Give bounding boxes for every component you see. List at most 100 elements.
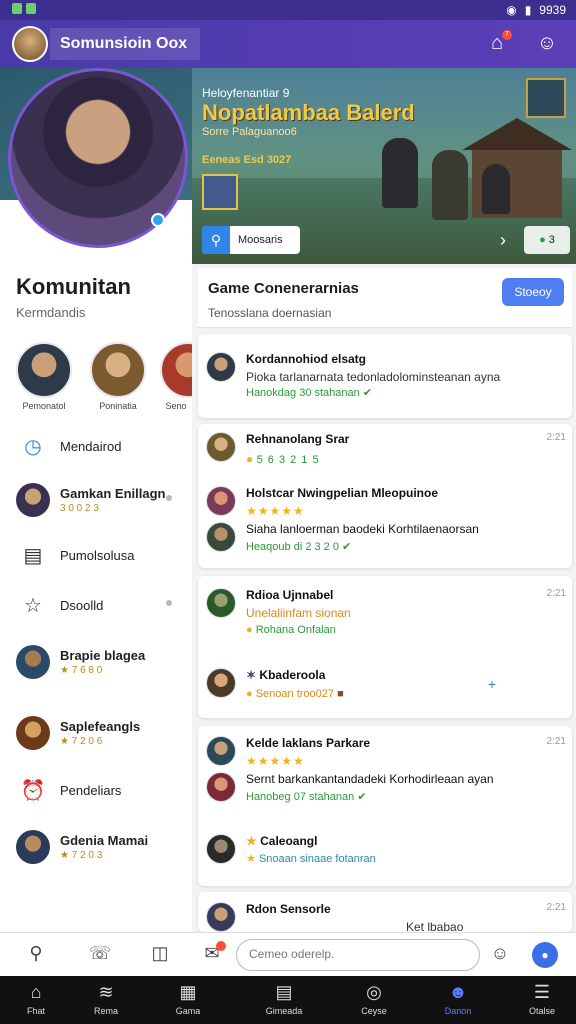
user-avatar-icon [16, 645, 50, 679]
post-avatar[interactable] [206, 772, 236, 802]
check-icon: ✔ [357, 791, 367, 803]
profile-icon[interactable]: ☺ [534, 32, 560, 58]
tab-gimeada[interactable]: ▤ Gimeada [248, 976, 320, 1024]
friend-name: Seno [165, 401, 187, 411]
community-subtitle: Kermdandis [16, 305, 86, 320]
post-title: ★ Caleoangl [246, 834, 318, 848]
post-meta: ● 5 6 3 2 1 5 [246, 452, 320, 466]
section-action-button[interactable]: Stoeoy [502, 278, 564, 306]
post-body: Sernt barkankantandadeki Korhodirleaan a… [246, 772, 494, 786]
friend-avatar[interactable]: Pemonatol [14, 342, 74, 411]
tab-otalse[interactable]: ☰ Otalse [506, 976, 576, 1024]
sidebar-item-mendairod[interactable]: ◷ Mendairod [16, 426, 186, 466]
status-icons [12, 3, 36, 14]
more-dot-icon [166, 495, 172, 501]
clipboard-icon: ▤ [275, 982, 293, 1002]
banner-headline: Nopatlambaa Balerd [202, 100, 415, 125]
post-body: Pioka tarlanarnata tedonladolominsteanan… [246, 370, 501, 384]
star-icon: ★ [246, 834, 257, 848]
post-avatar[interactable] [206, 736, 236, 766]
rating-stars: ★★★★★ [246, 754, 305, 768]
send-button[interactable]: ● [532, 942, 558, 968]
post-meta: ● Senoan troo027 ■ [246, 688, 344, 700]
post-meta: ● Rohana Onfalan [246, 624, 336, 636]
post-meta: Hanobeg 07 stahanan ✔ [246, 791, 367, 803]
notification-badge: 7 [502, 30, 512, 40]
post-avatar[interactable] [206, 522, 236, 552]
post-card[interactable]: Kordannohiod elsatg Pioka tarlanarnata t… [198, 334, 572, 418]
banner-kicker: Heloyfenantiar 9 [202, 86, 290, 100]
tab-fhat[interactable]: ⌂ Fhat [0, 976, 72, 1024]
post-avatar[interactable] [206, 902, 236, 932]
sidebar-item-brapie[interactable]: Brapie blagea ★ 7 6 8 0 [16, 642, 186, 682]
post-title: Rdon Sensorle [246, 902, 331, 916]
character-illustration [482, 164, 510, 214]
post-title: Holstcar Nwingpelian Mleopuinoe [246, 486, 439, 500]
sidebar-item-dsoolld[interactable]: ☆ Dsoolld [16, 585, 186, 625]
hero-avatar[interactable] [8, 68, 188, 248]
post-meta: ★ Snoaan sinaae fotanran [246, 853, 376, 865]
chevron-right-icon[interactable]: › [500, 230, 506, 251]
post-card[interactable]: Rehnanolang Srar ● 5 6 3 2 1 5 2:21 Hols… [198, 424, 572, 568]
post-avatar[interactable] [206, 588, 236, 618]
character-illustration [382, 138, 418, 208]
tab-ceyse[interactable]: ◎ Ceyse [338, 976, 410, 1024]
message-input[interactable]: Cemeo oderelp. [236, 939, 480, 971]
chest-icon: ■ [337, 688, 344, 700]
sidebar-item-pendeliars[interactable]: ⏰ Pendeliars [16, 770, 186, 810]
sidebar-item-saplefeangls[interactable]: Saplefeangls ★ 7 2 0 6 [16, 713, 186, 753]
sidebar-item-label: Dsoolld [60, 597, 104, 613]
game-banner[interactable]: Heloyfenantiar 9 Nopatlambaa Balerd Sorr… [192, 68, 576, 264]
friend-avatar[interactable]: Seno [160, 342, 192, 411]
post-meta: Hanokdag 30 stahanan ✔ [246, 387, 373, 399]
game-thumbnail[interactable] [202, 174, 238, 210]
status-bar: ◉ ▮ 9939 [0, 0, 576, 20]
sidebar-item-gamkan[interactable]: Gamkan Enillagn 3 0 0 2 3 [16, 480, 186, 520]
bag-icon[interactable]: ◫ [148, 943, 172, 967]
tab-rema[interactable]: ≋ Rema [70, 976, 142, 1024]
user-avatar[interactable] [12, 26, 48, 62]
emoji-icon[interactable]: ☺ [488, 943, 512, 967]
check-icon: ✔ [342, 541, 352, 553]
notification-icon[interactable]: ✉ [200, 941, 226, 967]
post-avatar[interactable] [206, 834, 236, 864]
wifi-icon: ◉ [506, 3, 517, 17]
sidebar-item-gdenia[interactable]: Gdenia Mamai ★ 7 2 0 3 [16, 827, 186, 867]
game-icon[interactable] [526, 78, 566, 118]
wave-icon: ≋ [98, 982, 114, 1002]
banner-counter[interactable]: ● 3 [524, 226, 570, 254]
community-title: Komunitan [16, 274, 131, 299]
sidebar-item-label: Saplefeangls [60, 719, 141, 734]
post-avatar[interactable] [206, 668, 236, 698]
tab-danon[interactable]: ☻ Danon [422, 976, 494, 1024]
post-time: 2:21 [546, 902, 566, 913]
sidebar-item-label: Pumolsolusa [60, 547, 135, 563]
menu-icon: ☰ [533, 982, 551, 1002]
add-icon[interactable]: + [488, 676, 496, 692]
section-header: Game Conenerarnias Tenosslana doernasian… [198, 268, 572, 328]
banner-search-label: Moosaris [238, 234, 283, 246]
more-dot-icon [166, 600, 172, 606]
friend-avatar[interactable]: Poninatia [88, 342, 148, 411]
status-time: 9939 [539, 3, 566, 17]
phone-icon[interactable]: ☏ [88, 943, 112, 967]
home-icon[interactable]: ⌂ 7 [484, 30, 512, 58]
app-title: Somunsioin Oox [50, 28, 200, 60]
post-card[interactable]: Kelde laklans Parkare ★★★★★ 2:21 Sernt b… [198, 726, 572, 886]
post-avatar[interactable] [206, 432, 236, 462]
sidebar-item-label: Gdenia Mamai [60, 833, 149, 848]
sidebar-item-label: Gamkan Enillagn [60, 486, 166, 501]
sidebar-item-pumolsolusa[interactable]: ▤ Pumolsolusa [16, 535, 186, 575]
post-avatar[interactable] [206, 486, 236, 516]
tab-gama[interactable]: ▦ Gama [152, 976, 224, 1024]
user-icon: ☻ [448, 982, 468, 1002]
post-title: Kelde laklans Parkare [246, 736, 371, 750]
message-composer: ⚲ ☏ ◫ ✉ Cemeo oderelp. ☺ ● [0, 932, 576, 976]
post-card[interactable]: Rdon Sensorle Ket lbabao 2:21 [198, 892, 572, 932]
pin-icon[interactable]: ⚲ [24, 943, 48, 967]
sidebar-item-label: Brapie blagea [60, 648, 146, 663]
post-avatar[interactable] [206, 352, 236, 382]
banner-search[interactable]: ⚲ Moosaris [202, 226, 300, 254]
post-card[interactable]: Rdioa Ujnnabel Unelaliinfam sionan ● Roh… [198, 576, 572, 718]
user-avatar-icon [16, 483, 50, 517]
